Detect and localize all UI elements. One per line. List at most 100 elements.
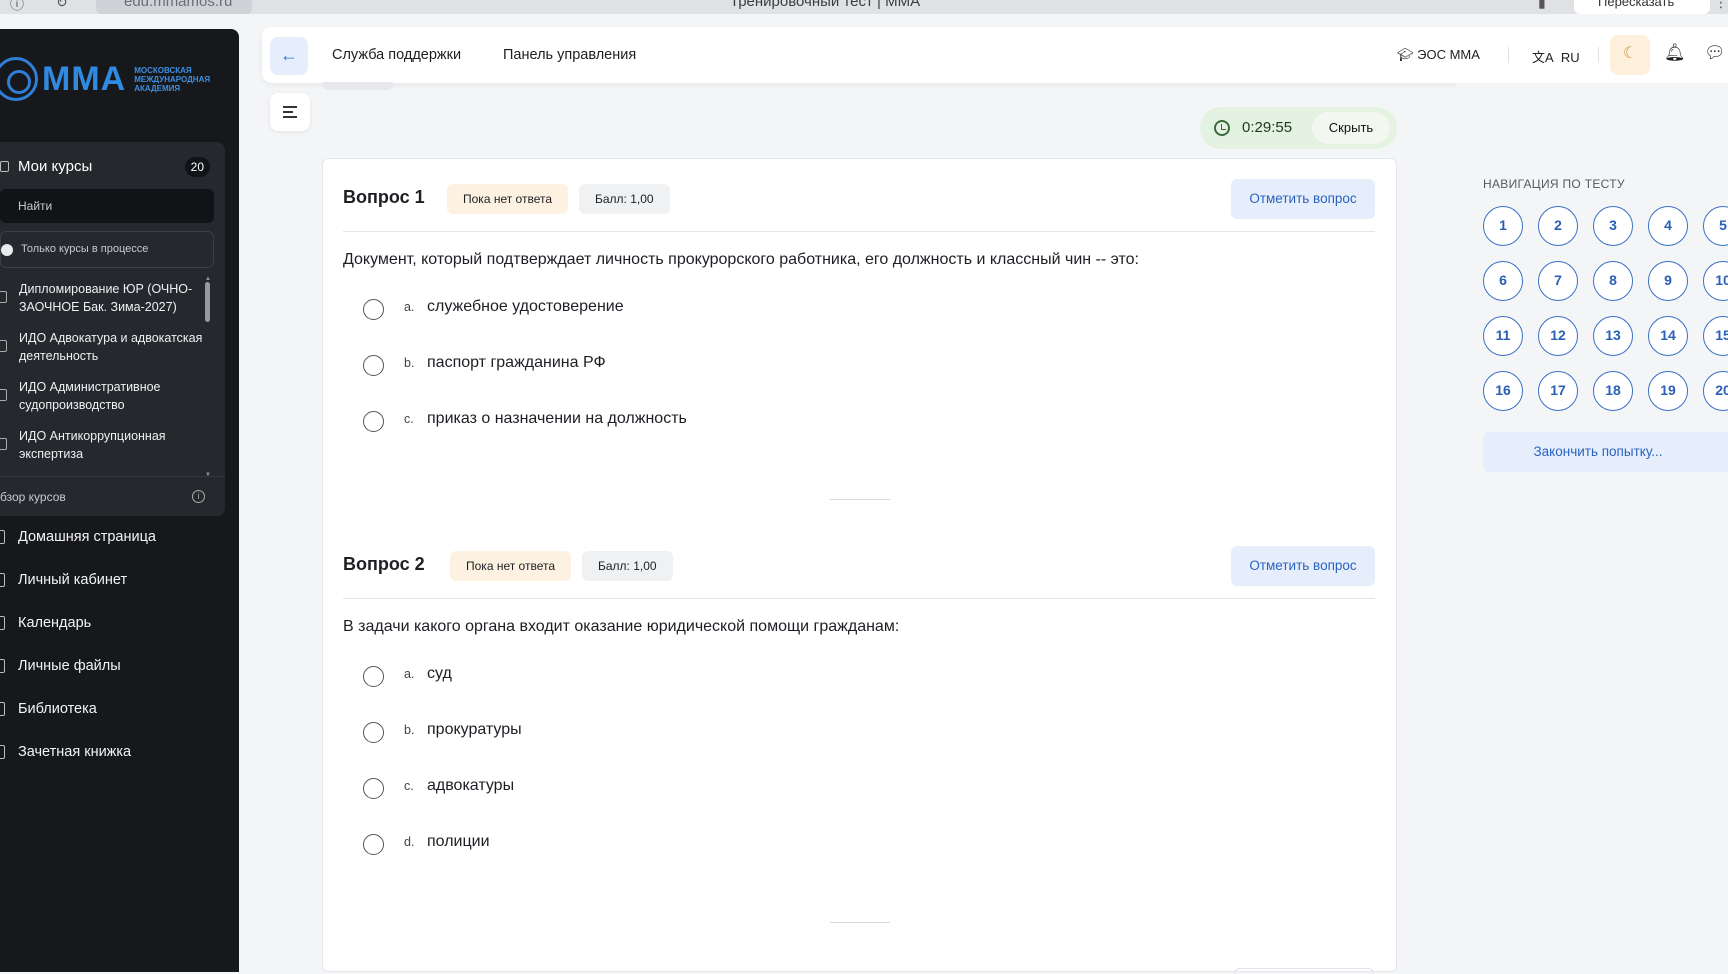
back-button[interactable]: ← <box>270 37 308 75</box>
questions-card: Вопрос 1 Пока нет ответа Балл: 1,00 Отме… <box>322 158 1397 972</box>
nav-home[interactable]: Домашняя страница <box>0 527 239 570</box>
my-courses-header[interactable]: Мои курсы 20 <box>0 156 210 178</box>
tab-stub <box>323 82 393 90</box>
course-item[interactable]: ИДО Административное судопроизводство <box>0 378 206 427</box>
course-item[interactable]: Дипломирование ЮР (ОЧНО-ЗАОЧНОЕ Бак. Зим… <box>0 280 206 329</box>
question-nav-button[interactable]: 1 <box>1483 206 1523 246</box>
dashboard-link[interactable]: Панель управления <box>503 47 636 63</box>
nav-profile[interactable]: Личный кабинет <box>0 570 239 613</box>
library-icon <box>0 702 5 716</box>
test-navigation-title: НАВИГАЦИЯ ПО ТЕСТУ <box>1483 177 1625 191</box>
question-nav-button[interactable]: 6 <box>1483 261 1523 301</box>
question-nav-button[interactable]: 18 <box>1593 371 1633 411</box>
status-badge: Пока нет ответа <box>447 184 569 214</box>
globe-icon <box>0 57 38 101</box>
divider <box>343 231 1375 232</box>
radio-button[interactable] <box>363 411 384 432</box>
radio-button[interactable] <box>363 778 384 799</box>
book-icon <box>0 161 9 172</box>
course-item[interactable]: ИДО Адвокатура и адвокатская деятельност… <box>0 329 206 378</box>
gradebook-icon <box>0 745 5 759</box>
info-icon[interactable]: i <box>192 490 205 503</box>
score-badge: Балл: 1,00 <box>579 184 670 214</box>
question-nav-button[interactable]: 4 <box>1648 206 1688 246</box>
theme-toggle-button[interactable]: ☾ <box>1610 35 1650 75</box>
score-badge: Балл: 1,00 <box>582 551 673 581</box>
language-switch[interactable]: 文A RU <box>1532 47 1580 66</box>
tab-title: Тренировочный тест | ММА <box>729 0 921 10</box>
question-nav-button[interactable]: 16 <box>1483 371 1523 411</box>
graduation-cap-icon: 🎓︎ <box>1397 47 1418 62</box>
question-nav-button[interactable]: 14 <box>1648 316 1688 356</box>
course-list-scrollbar[interactable] <box>205 282 210 322</box>
question-text: Документ, который подтверждает личность … <box>343 251 1139 268</box>
radio-button[interactable] <box>363 666 384 687</box>
clock-icon <box>1214 120 1230 136</box>
flag-question-button[interactable]: Отметить вопрос <box>1231 546 1375 586</box>
logo-subtitle: МОСКОВСКАЯ МЕЖДУНАРОДНАЯ АКАДЕМИЯ <box>134 65 211 93</box>
course-icon <box>0 438 7 450</box>
course-icon <box>0 389 7 401</box>
moon-icon: ☾ <box>1622 45 1638 62</box>
radio-button[interactable] <box>363 355 384 376</box>
question-title: Вопрос 2 <box>343 554 425 574</box>
radio-button[interactable] <box>363 722 384 743</box>
question-nav-button[interactable]: 7 <box>1538 261 1578 301</box>
radio-button[interactable] <box>363 299 384 320</box>
question-nav-button[interactable]: 11 <box>1483 316 1523 356</box>
my-courses-panel: Мои курсы 20 Найти Только курсы в процес… <box>0 142 225 516</box>
nav-files[interactable]: Личные файлы <box>0 656 239 699</box>
support-link[interactable]: Служба поддержки <box>332 47 461 63</box>
home-icon <box>0 530 5 544</box>
eos-link[interactable]: 🎓︎ ЭОС ММА <box>1397 47 1480 63</box>
sidebar: ММА МОСКОВСКАЯ МЕЖДУНАРОДНАЯ АКАДЕМИЯ Мо… <box>0 29 239 972</box>
toggle-icon[interactable] <box>1 244 13 256</box>
bookmark-icon[interactable]: ▮ <box>1538 0 1546 11</box>
timer-value: 0:29:55 <box>1242 119 1293 136</box>
course-search-input[interactable]: Найти <box>0 189 214 223</box>
question-title: Вопрос 1 <box>343 187 425 207</box>
course-icon <box>0 291 7 303</box>
status-badge: Пока нет ответа <box>450 551 572 581</box>
extension-button[interactable]: Пересказать <box>1574 0 1710 14</box>
more-icon[interactable]: ⋮ <box>1714 0 1728 11</box>
divider <box>1508 47 1509 63</box>
course-overview-link[interactable]: бзор курсов i <box>0 476 225 516</box>
radio-button[interactable] <box>363 834 384 855</box>
file-icon <box>0 659 5 673</box>
question-nav-button[interactable]: 2 <box>1538 206 1578 246</box>
calendar-icon <box>0 616 5 630</box>
flag-question-button-partial[interactable] <box>1234 968 1374 974</box>
filter-label: Только курсы в процессе <box>21 243 149 255</box>
finish-attempt-button[interactable]: Закончить попытку... <box>1483 432 1728 472</box>
logo[interactable]: ММА МОСКОВСКАЯ МЕЖДУНАРОДНАЯ АКАДЕМИЯ <box>0 57 214 101</box>
nav-calendar[interactable]: Календарь <box>0 613 239 656</box>
user-icon <box>0 573 5 587</box>
top-header: ← Служба поддержки Панель управления 🎓︎ … <box>262 27 1728 83</box>
in-progress-filter[interactable]: Только курсы в процессе <box>0 231 214 268</box>
question-nav-button[interactable]: 3 <box>1593 206 1633 246</box>
quiz-timer: 0:29:55 Скрыть <box>1200 107 1397 149</box>
nav-library[interactable]: Библиотека <box>0 699 239 742</box>
course-icon <box>0 340 7 352</box>
question-text: В задачи какого органа входит оказание ю… <box>343 618 900 635</box>
browser-bar: ⓘ ↻ edu.mmamos.ru Тренировочный тест | М… <box>0 0 1728 14</box>
courses-count-badge: 20 <box>184 157 210 177</box>
question-nav-button[interactable]: 9 <box>1648 261 1688 301</box>
my-courses-label: Мои курсы <box>18 158 93 175</box>
question-nav-button[interactable]: 19 <box>1648 371 1688 411</box>
question-nav-button[interactable]: 12 <box>1538 316 1578 356</box>
menu-icon <box>283 106 297 108</box>
question-nav-button[interactable]: 13 <box>1593 316 1633 356</box>
main-navigation: Домашняя страница Личный кабинет Календа… <box>0 527 239 785</box>
question-nav-button[interactable]: 8 <box>1593 261 1633 301</box>
question-nav-button[interactable]: 17 <box>1538 371 1578 411</box>
bell-icon[interactable]: 🔔︎ <box>1664 43 1686 63</box>
drawer-toggle-button[interactable] <box>270 93 310 131</box>
nav-gradebook[interactable]: Зачетная книжка <box>0 742 239 785</box>
flag-question-button[interactable]: Отметить вопрос <box>1231 179 1375 219</box>
hide-timer-button[interactable]: Скрыть <box>1312 112 1390 144</box>
divider <box>830 499 890 500</box>
course-item[interactable]: ИДО Антикоррупционная экспертиза <box>0 427 206 475</box>
chat-icon[interactable]: 💬︎ <box>1704 43 1726 63</box>
